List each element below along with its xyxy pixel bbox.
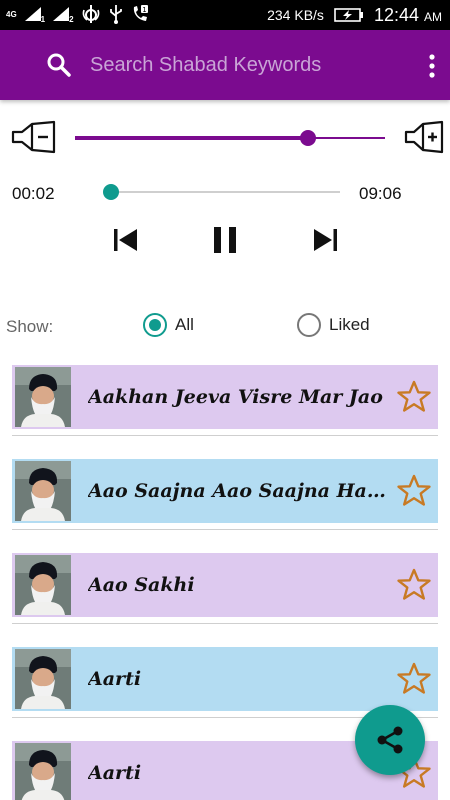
usb-icon [109, 5, 122, 24]
singer-thumbnail [15, 461, 71, 521]
search-input[interactable] [90, 48, 390, 82]
volume-slider-fill [75, 136, 308, 140]
row-divider [12, 435, 438, 436]
singer-thumbnail [15, 743, 71, 800]
playback-progress-thumb[interactable] [102, 184, 119, 200]
shabad-title: Aarti [88, 668, 142, 690]
sim1-label: 1 [40, 14, 46, 24]
more-vert-icon[interactable] [422, 52, 442, 80]
clock-ampm: AM [424, 9, 442, 24]
skip-previous-icon[interactable] [110, 224, 142, 256]
volume-slider[interactable] [75, 130, 385, 146]
signal-icon [24, 7, 41, 21]
playback-progress-bar[interactable] [102, 184, 340, 200]
sim2-label: 2 [69, 14, 74, 24]
shabad-row[interactable]: Aao Sakhi [12, 553, 438, 624]
shabad-title: Aarti [88, 762, 142, 784]
volume-slider-thumb[interactable] [299, 130, 316, 146]
svg-text:1: 1 [142, 6, 146, 14]
call-forward-icon: 1 [133, 5, 148, 21]
total-time: 09:06 [359, 184, 402, 203]
network-type: 4G [6, 9, 17, 19]
share-button[interactable] [355, 705, 425, 775]
star-outline-icon[interactable] [396, 661, 432, 697]
network-speed: 234 KB/s [267, 7, 324, 23]
row-divider [12, 623, 438, 624]
status-bar: 4G 1 2 1 234 KB/s 12:44 AM [0, 0, 450, 30]
radio-liked-circle[interactable] [297, 313, 321, 337]
star-outline-icon[interactable] [396, 567, 432, 603]
radio-liked-label: Liked [329, 315, 370, 334]
current-time: 00:02 [12, 184, 55, 203]
status-right: 234 KB/s 12:44 AM [267, 0, 442, 30]
volume-up-icon[interactable] [404, 120, 446, 154]
shabad-title: Aao Sakhi [88, 574, 195, 596]
radio-all[interactable]: All [143, 313, 194, 337]
pause-icon[interactable] [209, 224, 241, 256]
show-filter-label: Show: [6, 317, 54, 336]
search-icon[interactable] [46, 52, 72, 78]
skip-next-icon[interactable] [309, 224, 341, 256]
share-icon [377, 726, 403, 754]
singer-thumbnail [15, 555, 71, 615]
shabad-title: Aao Saajna Aao Saajna Hao Dekhan Darshan [88, 480, 392, 502]
singer-thumbnail [15, 649, 71, 709]
shabad-title: Aakhan Jeeva Visre Mar Jao [88, 386, 383, 408]
star-outline-icon[interactable] [396, 379, 432, 415]
clock: 12:44 AM [374, 5, 442, 26]
radio-all-label: All [175, 315, 194, 334]
clock-time: 12:44 [373, 4, 419, 25]
shabad-row[interactable]: Aarti [12, 647, 438, 718]
shabad-row[interactable]: Aakhan Jeeva Visre Mar Jao [12, 365, 438, 436]
khanda-icon [82, 5, 99, 23]
app-bar [0, 30, 450, 100]
status-left-icons: 4G 1 2 1 [6, 4, 150, 24]
shabad-row[interactable]: Aao Saajna Aao Saajna Hao Dekhan Darshan [12, 459, 438, 530]
radio-all-circle[interactable] [143, 313, 167, 337]
volume-down-icon[interactable] [10, 120, 58, 154]
singer-thumbnail [15, 367, 71, 427]
radio-liked[interactable]: Liked [297, 313, 370, 337]
row-divider [12, 529, 438, 530]
star-outline-icon[interactable] [396, 473, 432, 509]
signal-icon-sim2 [53, 7, 70, 21]
battery-charging-icon [334, 8, 363, 22]
